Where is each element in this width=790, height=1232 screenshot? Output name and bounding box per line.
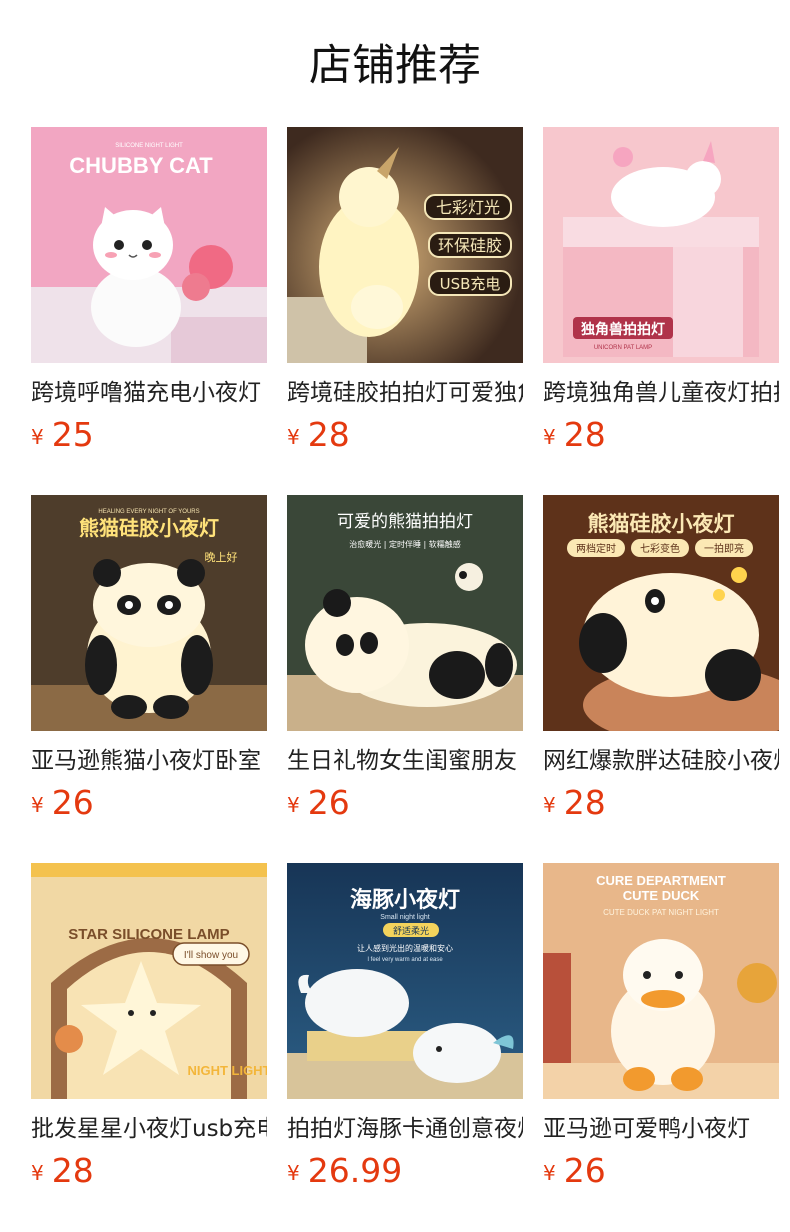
price-amount: 26 — [307, 783, 350, 822]
product-price: ¥26.99 — [287, 1151, 402, 1191]
image-text: 熊猫硅胶小夜灯 — [79, 516, 219, 540]
image-text: NIGHT LIGHT — [187, 1063, 267, 1078]
product-name[interactable]: 亚马逊熊猫小夜灯卧室 — [31, 745, 267, 777]
image-text: 环保硅胶 — [438, 236, 502, 255]
product-name[interactable]: 批发星星小夜灯usb充电 — [31, 1113, 267, 1145]
price-amount: 28 — [563, 415, 606, 454]
currency-symbol: ¥ — [543, 793, 556, 817]
image-text: 舒适柔光 — [393, 925, 429, 937]
image-text: 七彩灯光 — [436, 198, 500, 217]
product-image[interactable]: 熊猫硅胶小夜灯 两档定时 七彩变色 一拍即亮 — [543, 495, 779, 731]
product-card[interactable]: CURE DEPARTMENT CUTE DUCK CUTE DUCK PAT … — [543, 863, 779, 1231]
product-card[interactable]: 七彩灯光 环保硅胶 USB充电 跨境硅胶拍拍灯可爱独角兽 ¥28 — [287, 127, 523, 495]
currency-symbol: ¥ — [287, 425, 300, 449]
product-name[interactable]: 亚马逊可爱鸭小夜灯 — [543, 1113, 779, 1145]
product-name[interactable]: 跨境独角兽儿童夜灯拍拍灯 — [543, 377, 779, 409]
product-price: ¥28 — [287, 415, 350, 455]
product-name[interactable]: 拍拍灯海豚卡通创意夜灯 — [287, 1113, 523, 1145]
image-text: 治愈暖光 | 定时伴睡 | 软糯触感 — [349, 539, 461, 549]
image-text: 晚上好 — [205, 550, 238, 564]
currency-symbol: ¥ — [31, 1161, 44, 1185]
price-amount: 28 — [307, 415, 350, 454]
product-card[interactable]: STAR SILICONE LAMP I'll show you NIGHT L… — [31, 863, 267, 1231]
image-text: CUTE DUCK — [623, 888, 700, 903]
product-image[interactable]: HEALING EVERY NIGHT OF YOURS 熊猫硅胶小夜灯 晚上好 — [31, 495, 267, 731]
price-amount: 28 — [51, 1151, 94, 1190]
price-amount: 28 — [563, 783, 606, 822]
product-image[interactable]: 七彩灯光 环保硅胶 USB充电 — [287, 127, 523, 363]
price-amount: 26 — [563, 1151, 606, 1190]
product-image[interactable]: 可爱的熊猫拍拍灯 治愈暖光 | 定时伴睡 | 软糯触感 — [287, 495, 523, 731]
product-card[interactable]: 独角兽拍拍灯 UNICORN PAT LAMP 跨境独角兽儿童夜灯拍拍灯 ¥28 — [543, 127, 779, 495]
image-text: 七彩变色 — [640, 542, 680, 555]
currency-symbol: ¥ — [31, 793, 44, 817]
image-text: 独角兽拍拍灯 — [581, 321, 665, 338]
image-text: I'll show you — [184, 950, 238, 961]
product-price: ¥28 — [543, 415, 606, 455]
image-text: I feel very warm and at ease — [367, 957, 443, 963]
currency-symbol: ¥ — [287, 793, 300, 817]
product-card[interactable]: HEALING EVERY NIGHT OF YOURS 熊猫硅胶小夜灯 晚上好… — [31, 495, 267, 863]
price-amount: 25 — [51, 415, 94, 454]
product-name[interactable]: 跨境呼噜猫充电小夜灯 — [31, 377, 267, 409]
image-text: STAR SILICONE LAMP — [68, 926, 229, 943]
image-text: 两档定时 — [576, 542, 616, 555]
product-grid: SILICONE NIGHT LIGHT CHUBBY CAT 跨境呼噜猫充电小… — [31, 127, 779, 1231]
product-name[interactable]: 生日礼物女生闺蜜朋友 — [287, 745, 523, 777]
currency-symbol: ¥ — [31, 425, 44, 449]
image-text: 让人感到光出的温暖和安心 — [357, 943, 453, 953]
product-card[interactable]: 海豚小夜灯 Small night light 舒适柔光 让人感到光出的温暖和安… — [287, 863, 523, 1231]
currency-symbol: ¥ — [543, 1161, 556, 1185]
price-amount: 26.99 — [307, 1151, 403, 1190]
product-price: ¥28 — [31, 1151, 94, 1191]
image-text: 海豚小夜灯 — [350, 887, 460, 913]
image-text: CUTE DUCK PAT NIGHT LIGHT — [603, 908, 719, 917]
product-price: ¥28 — [543, 783, 606, 823]
product-image[interactable]: STAR SILICONE LAMP I'll show you NIGHT L… — [31, 863, 267, 1099]
product-card[interactable]: 可爱的熊猫拍拍灯 治愈暖光 | 定时伴睡 | 软糯触感 生日礼物女生闺蜜朋友 ¥… — [287, 495, 523, 863]
image-text: 一拍即亮 — [704, 542, 744, 555]
image-text: Small night light — [380, 914, 429, 921]
page-title: 店铺推荐 — [309, 41, 481, 91]
product-price: ¥26 — [543, 1151, 606, 1191]
product-price: ¥26 — [31, 783, 94, 823]
image-text: 可爱的熊猫拍拍灯 — [337, 512, 473, 532]
product-name[interactable]: 网红爆款胖达硅胶小夜灯 — [543, 745, 779, 777]
image-text: 熊猫硅胶小夜灯 — [588, 512, 735, 536]
product-price: ¥25 — [31, 415, 94, 455]
image-text: HEALING EVERY NIGHT OF YOURS — [98, 509, 199, 515]
image-text: UNICORN PAT LAMP — [594, 345, 652, 351]
product-name[interactable]: 跨境硅胶拍拍灯可爱独角兽 — [287, 377, 523, 409]
product-image[interactable]: CURE DEPARTMENT CUTE DUCK CUTE DUCK PAT … — [543, 863, 779, 1099]
product-image[interactable]: SILICONE NIGHT LIGHT CHUBBY CAT — [31, 127, 267, 363]
image-text: USB充电 — [440, 275, 501, 293]
product-price: ¥26 — [287, 783, 350, 823]
product-card[interactable]: 熊猫硅胶小夜灯 两档定时 七彩变色 一拍即亮 网红爆款胖达硅胶小夜灯 ¥28 — [543, 495, 779, 863]
image-text: SILICONE NIGHT LIGHT — [115, 143, 183, 149]
product-card[interactable]: SILICONE NIGHT LIGHT CHUBBY CAT 跨境呼噜猫充电小… — [31, 127, 267, 495]
image-text: CURE DEPARTMENT — [596, 873, 726, 888]
price-amount: 26 — [51, 783, 94, 822]
product-image[interactable]: 海豚小夜灯 Small night light 舒适柔光 让人感到光出的温暖和安… — [287, 863, 523, 1099]
currency-symbol: ¥ — [287, 1161, 300, 1185]
image-text: CHUBBY CAT — [69, 153, 213, 178]
currency-symbol: ¥ — [543, 425, 556, 449]
product-image[interactable]: 独角兽拍拍灯 UNICORN PAT LAMP — [543, 127, 779, 363]
